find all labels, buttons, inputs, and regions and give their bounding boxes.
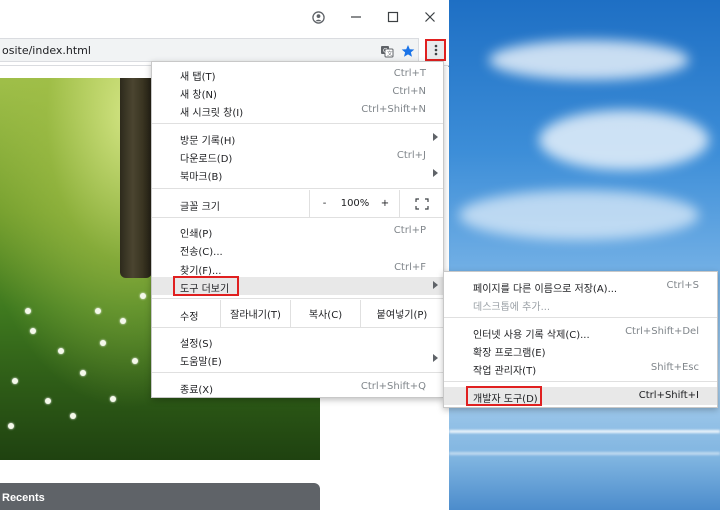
menu-item-find[interactable]: 찾기(F)... Ctrl+F — [152, 259, 443, 277]
zoom-row: 글꼴 크기 - 100% + — [152, 190, 443, 217]
zoom-level: 100% — [340, 198, 370, 209]
edit-row: 수정 잘라내기(T) 복사(C) 붙여넣기(P) — [152, 300, 443, 327]
submenu-arrow-icon — [433, 169, 438, 177]
menu-separator — [152, 298, 443, 299]
menu-item-bookmarks[interactable]: 북마크(B) — [152, 165, 443, 183]
menu-item-settings[interactable]: 설정(S) — [152, 332, 443, 350]
title-bar — [0, 0, 449, 34]
zoom-in-button[interactable]: + — [371, 190, 399, 217]
maximize-icon[interactable] — [382, 6, 404, 28]
menu-item-new-window[interactable]: 새 창(N) Ctrl+N — [152, 83, 443, 101]
edit-label: 수정 — [180, 312, 199, 323]
submenu-item-clear-browsing-data[interactable]: 인터넷 사용 기록 삭제(C)... Ctrl+Shift+Del — [444, 323, 717, 341]
menu-separator — [152, 327, 443, 328]
svg-text:文: 文 — [387, 50, 393, 58]
menu-item-downloads[interactable]: 다운로드(D) Ctrl+J — [152, 147, 443, 165]
submenu-item-save-page[interactable]: 페이지를 다른 이름으로 저장(A)... Ctrl+S — [444, 277, 717, 295]
tree-trunk — [120, 78, 152, 278]
desktop-wallpaper — [449, 0, 720, 510]
menu-item-help[interactable]: 도움말(E) — [152, 350, 443, 368]
account-circle-icon[interactable] — [307, 6, 329, 28]
recents-label: Recents — [2, 492, 45, 504]
kebab-menu-icon[interactable] — [425, 39, 446, 61]
menu-item-cast[interactable]: 전송(C)... — [152, 240, 443, 258]
menu-item-history[interactable]: 방문 기록(H) — [152, 129, 443, 147]
menu-separator — [152, 188, 443, 189]
highlight-box-more-tools — [173, 276, 239, 296]
submenu-item-task-manager[interactable]: 작업 관리자(T) Shift+Esc — [444, 359, 717, 377]
zoom-out-button[interactable]: - — [309, 190, 339, 217]
menu-item-exit[interactable]: 종료(X) Ctrl+Shift+Q — [152, 378, 443, 396]
more-tools-submenu: 페이지를 다른 이름으로 저장(A)... Ctrl+S 데스크톱에 추가...… — [443, 271, 718, 408]
minimize-icon[interactable] — [345, 6, 367, 28]
paste-button[interactable]: 붙여넣기(P) — [360, 300, 443, 327]
chrome-main-menu: 새 탭(T) Ctrl+T 새 창(N) Ctrl+N 새 시크릿 창(I) C… — [151, 61, 444, 398]
recents-section-header[interactable]: Recents — [0, 483, 320, 510]
copy-button[interactable]: 복사(C) — [290, 300, 360, 327]
translate-icon[interactable]: G文 — [379, 43, 395, 59]
submenu-arrow-icon — [433, 354, 438, 362]
submenu-arrow-icon — [433, 281, 438, 289]
submenu-arrow-icon — [433, 133, 438, 141]
submenu-separator — [444, 381, 717, 382]
menu-item-print[interactable]: 인쇄(P) Ctrl+P — [152, 222, 443, 240]
submenu-separator — [444, 317, 717, 318]
menu-item-new-tab[interactable]: 새 탭(T) Ctrl+T — [152, 65, 443, 83]
submenu-item-extensions[interactable]: 확장 프로그램(E) — [444, 341, 717, 359]
close-icon[interactable] — [419, 6, 441, 28]
menu-separator — [152, 372, 443, 373]
highlight-box-developer-tools — [466, 386, 542, 406]
cut-button[interactable]: 잘라내기(T) — [220, 300, 290, 327]
address-bar[interactable]: osite/index.html G文 — [0, 38, 419, 62]
fullscreen-icon[interactable] — [399, 190, 443, 217]
zoom-label: 글꼴 크기 — [180, 202, 220, 213]
address-bar-url[interactable]: osite/index.html — [2, 44, 91, 57]
submenu-item-add-to-desktop: 데스크톱에 추가... — [473, 302, 551, 313]
menu-separator — [152, 217, 443, 218]
menu-item-new-incognito[interactable]: 새 시크릿 창(I) Ctrl+Shift+N — [152, 101, 443, 119]
star-icon[interactable] — [400, 43, 416, 59]
menu-separator — [152, 123, 443, 124]
